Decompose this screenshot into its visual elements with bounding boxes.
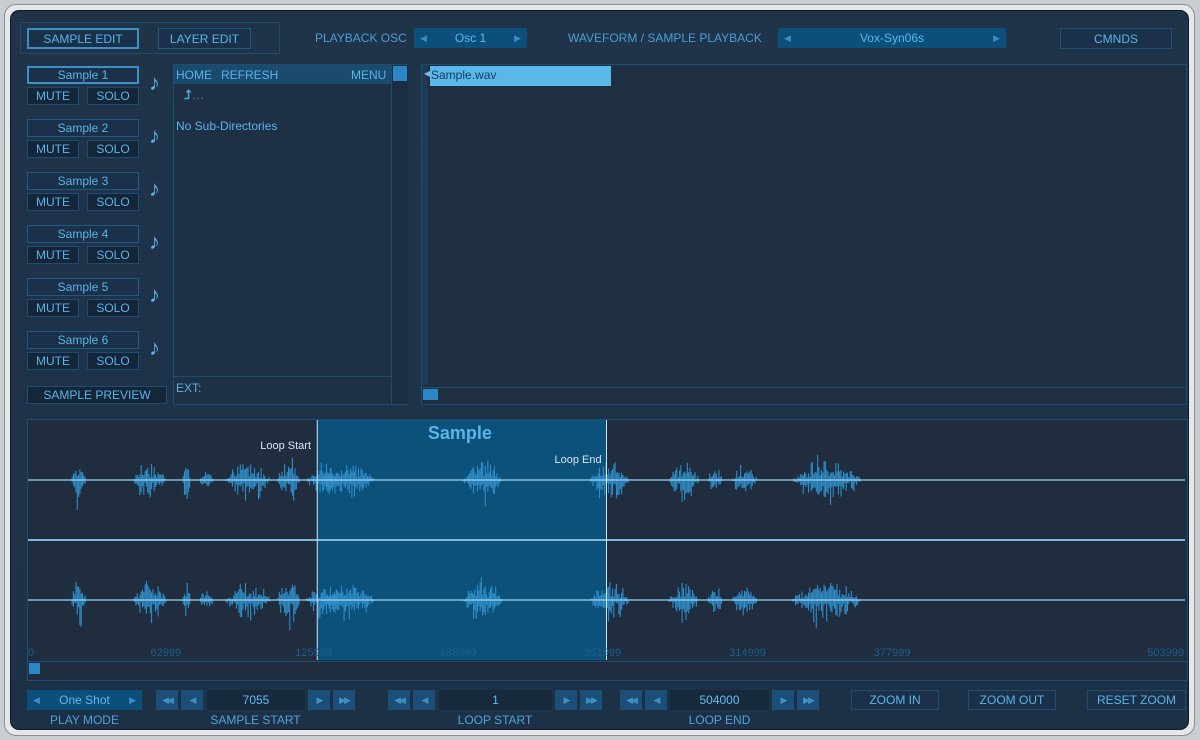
zoom-in-button[interactable]: ZOOM IN [851,690,939,710]
waveform-canvas[interactable] [28,420,1187,660]
solo-button[interactable]: SOLO [87,246,139,264]
extension-label: EXT: [176,381,202,395]
axis-tick-label: 314999 [729,647,766,659]
fast-forward-icon[interactable]: ▶▶ [797,690,819,710]
left-arrow-icon[interactable]: ◀ [784,33,791,44]
file-browser: HOME REFRESH MENU ⮥… No Sub-Directories … [173,64,408,405]
music-note-icon[interactable]: ♪ [149,231,160,253]
menu-button[interactable]: MENU [351,68,386,82]
step-forward-icon[interactable]: ▶ [555,690,577,710]
sample-preview-button[interactable]: SAMPLE PREVIEW [27,386,167,404]
music-note-icon[interactable]: ♪ [149,284,160,306]
mute-button[interactable]: MUTE [27,299,79,317]
loop-start-label: Loop Start [260,440,312,452]
refresh-button[interactable]: REFRESH [221,68,278,82]
solo-button[interactable]: SOLO [87,87,139,105]
axis-tick-label: 125999 [295,647,332,659]
playback-osc-value: Osc 1 [454,31,487,45]
fast-forward-icon[interactable]: ▶▶ [580,690,602,710]
music-note-icon[interactable]: ♪ [149,72,160,94]
waveform-label: WAVEFORM / SAMPLE PLAYBACK [568,31,762,45]
divider [422,387,1186,388]
playback-osc-selector[interactable]: ◀ Osc 1 ▶ [414,28,527,48]
mute-button[interactable]: MUTE [27,87,79,105]
sample-select-button[interactable]: Sample 3 [27,172,139,190]
window: SAMPLE EDIT LAYER EDIT PLAYBACK OSC ◀ Os… [4,4,1195,736]
axis-tick-label: 0 [28,647,35,659]
music-note-icon[interactable]: ♪ [149,178,160,200]
left-arrow-icon[interactable]: ◀ [33,695,40,706]
file-list-hscroll-thumb[interactable] [423,389,438,400]
file-list: ◀ Sample.wav [421,64,1187,405]
waveform-view[interactable]: Sample Loop Start Loop End 0 62999 125999 1… [27,419,1188,681]
step-back-icon[interactable]: ◀ [413,690,435,710]
file-list-gutter [422,65,428,385]
axis-tick-label: 188999 [439,647,477,659]
sample-select-button[interactable]: Sample 6 [27,331,139,349]
step-back-icon[interactable]: ◀ [645,690,667,710]
fast-forward-icon[interactable]: ▶▶ [333,690,355,710]
empty-directory-message: No Sub-Directories [176,119,278,133]
right-arrow-icon[interactable]: ▶ [514,33,521,44]
play-mode-label: PLAY MODE [50,713,119,727]
loop-start-field[interactable]: 1 [439,690,552,710]
sample-select-button[interactable]: Sample 5 [27,278,139,296]
mute-button[interactable]: MUTE [27,352,79,370]
loop-end-field[interactable]: 504000 [670,690,769,710]
fast-rewind-icon[interactable]: ◀◀ [388,690,410,710]
loop-end-label: LOOP END [688,713,751,727]
waveform-title: Sample [427,423,492,443]
axis-tick-label: 251999 [584,647,622,659]
tab-sample-edit[interactable]: SAMPLE EDIT [27,28,139,49]
left-arrow-icon[interactable]: ◀ [420,33,427,44]
reset-zoom-button[interactable]: RESET ZOOM [1087,690,1186,710]
browser-scrollbar[interactable] [391,65,408,404]
tab-layer-edit[interactable]: LAYER EDIT [158,28,251,49]
mute-button[interactable]: MUTE [27,246,79,264]
sampler-panel: SAMPLE EDIT LAYER EDIT PLAYBACK OSC ◀ Os… [10,10,1189,730]
divider [174,376,391,377]
loop-end-label: Loop End [554,454,602,466]
axis-tick-label: 503999 [1147,647,1184,659]
sample-start-label: SAMPLE START [210,713,301,727]
sample-start-field[interactable]: 7055 [207,690,305,710]
up-arrow-icon: ⮥ [184,87,192,102]
sample-select-button[interactable]: Sample 4 [27,225,139,243]
browser-scroll-thumb[interactable] [393,66,407,81]
axis-tick-label: 377999 [873,647,911,659]
solo-button[interactable]: SOLO [87,193,139,211]
sample-select-button[interactable]: Sample 2 [27,119,139,137]
cmnds-button[interactable]: CMNDS [1060,28,1172,49]
solo-button[interactable]: SOLO [87,352,139,370]
axis-tick-label: 62999 [150,647,182,659]
waveform-selector[interactable]: ◀ Vox-Syn06s ▶ [778,28,1006,48]
playback-osc-label: PLAYBACK OSC [315,31,407,45]
step-back-icon[interactable]: ◀ [181,690,203,710]
divider [28,661,1187,662]
music-note-icon[interactable]: ♪ [149,337,160,359]
mute-button[interactable]: MUTE [27,140,79,158]
waveform-hscroll-thumb[interactable] [29,663,40,674]
zoom-out-button[interactable]: ZOOM OUT [968,690,1056,710]
right-arrow-icon[interactable]: ▶ [993,33,1000,44]
step-forward-icon[interactable]: ▶ [772,690,794,710]
mute-button[interactable]: MUTE [27,193,79,211]
browser-toolbar: HOME REFRESH MENU [174,65,391,84]
solo-button[interactable]: SOLO [87,299,139,317]
step-forward-icon[interactable]: ▶ [308,690,330,710]
fast-rewind-icon[interactable]: ◀◀ [620,690,642,710]
loop-start-label: LOOP START [457,713,533,727]
right-arrow-icon[interactable]: ▶ [129,695,136,706]
file-item-selected[interactable]: Sample.wav [430,66,611,86]
play-mode-value: One Shot [59,693,110,707]
parent-directory[interactable]: ⮥… [184,87,205,103]
fast-rewind-icon[interactable]: ◀◀ [156,690,178,710]
waveform-value: Vox-Syn06s [859,31,925,45]
home-button[interactable]: HOME [176,68,212,82]
sample-select-button[interactable]: Sample 1 [27,66,139,84]
solo-button[interactable]: SOLO [87,140,139,158]
play-mode-selector[interactable]: ◀ One Shot ▶ [27,690,142,710]
music-note-icon[interactable]: ♪ [149,125,160,147]
